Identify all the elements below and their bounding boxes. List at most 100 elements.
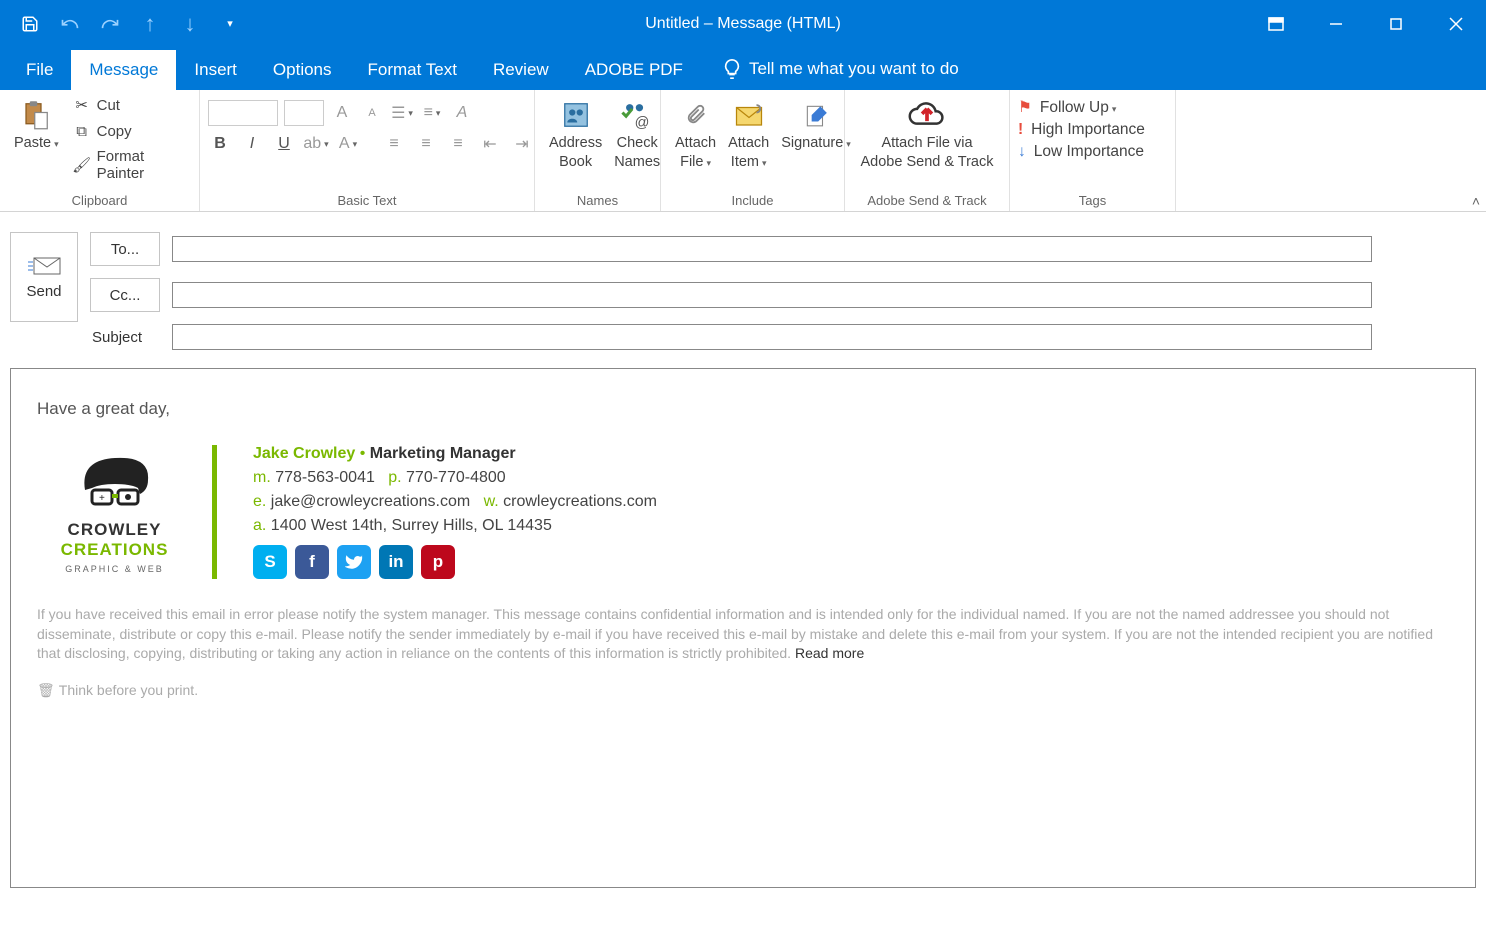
check-names-button[interactable]: @ Check Names [608,94,666,174]
avatar-icon: + [70,450,160,520]
address-book-icon [561,96,591,134]
paste-icon [21,96,51,134]
email-signature: + CROWLEYCREATIONS GRAPHIC & WEB Jake Cr… [37,445,1449,579]
read-more-link[interactable]: Read more [795,645,864,661]
align-left-icon[interactable]: ≡ [382,132,406,156]
svg-text:+: + [99,493,105,504]
email-address: jake@crowleycreations.com [271,493,470,510]
format-painter-button[interactable]: 🖌Format Painter [69,146,191,184]
grow-font-icon[interactable]: A [330,101,354,125]
underline-icon[interactable]: U [272,132,296,156]
send-label: Send [26,283,61,300]
undo-icon[interactable] [52,6,88,42]
check-names-icon: @ [620,96,654,134]
bullets-icon[interactable]: ☰ [390,101,414,125]
svg-text:@: @ [635,115,650,130]
tab-options[interactable]: Options [255,50,350,90]
paste-button[interactable]: Paste [8,94,65,155]
italic-icon[interactable]: I [240,132,264,156]
tab-adobe-pdf[interactable]: ADOBE PDF [567,50,701,90]
cc-input[interactable] [172,282,1372,308]
decrease-indent-icon[interactable]: ⇤ [478,132,502,156]
adobe-attach-button[interactable]: Attach File via Adobe Send & Track [855,94,1000,174]
compose-header: Send To... Cc... Subject [0,212,1486,350]
subject-input[interactable] [172,324,1372,350]
basic-text-group-label: Basic Text [208,190,526,211]
save-icon[interactable] [12,6,48,42]
window-title: Untitled – Message (HTML) [645,15,841,33]
attach-file-button[interactable]: Attach File [669,94,722,174]
think-before-print: 🗑 Think before you print. [37,682,1449,699]
close-button[interactable] [1426,0,1486,47]
high-importance-button[interactable]: !High Importance [1018,121,1145,139]
customize-qat-icon[interactable]: ▾ [212,6,248,42]
bold-icon[interactable]: B [208,132,232,156]
quick-access-toolbar: ↑ ↓ ▾ [0,6,248,42]
titlebar: ↑ ↓ ▾ Untitled – Message (HTML) [0,0,1486,47]
paperclip-icon [685,96,707,134]
send-button[interactable]: Send [10,232,78,322]
font-size-select[interactable] [284,100,324,126]
tags-group-label: Tags [1018,190,1167,211]
tab-format-text[interactable]: Format Text [350,50,475,90]
linkedin-icon[interactable]: in [379,545,413,579]
disclaimer-text: If you have received this email in error… [37,605,1449,664]
low-importance-button[interactable]: ↓Low Importance [1018,143,1145,161]
minimize-button[interactable] [1306,0,1366,47]
ribbon-display-icon[interactable] [1246,0,1306,47]
next-item-icon[interactable]: ↓ [172,6,208,42]
prev-item-icon[interactable]: ↑ [132,6,168,42]
paintbrush-icon: 🖌 [73,156,91,174]
address-book-button[interactable]: Address Book [543,94,608,174]
website: crowleycreations.com [503,493,657,510]
increase-indent-icon[interactable]: ⇥ [510,132,534,156]
tab-insert[interactable]: Insert [176,50,255,90]
tell-me-search[interactable]: Tell me what you want to do [721,58,959,90]
numbering-icon[interactable]: ≡ [420,101,444,125]
maximize-button[interactable] [1366,0,1426,47]
align-right-icon[interactable]: ≡ [446,132,470,156]
subject-label: Subject [90,329,160,346]
copy-icon: ⧉ [73,122,91,140]
office-phone: 770-770-4800 [406,469,506,486]
message-body[interactable]: Have a great day, + CROWLEYCREATIONS GRA… [10,368,1476,888]
include-group-label: Include [669,190,836,211]
names-group-label: Names [543,190,652,211]
adobe-group-label: Adobe Send & Track [853,190,1001,211]
tab-review[interactable]: Review [475,50,567,90]
align-center-icon[interactable]: ≡ [414,132,438,156]
tab-message[interactable]: Message [71,50,176,90]
signature-name: Jake Crowley [253,445,355,462]
trash-icon: 🗑 [37,682,55,699]
signature-logo: + CROWLEYCREATIONS GRAPHIC & WEB [37,445,192,579]
tell-me-label: Tell me what you want to do [749,59,959,79]
highlight-icon[interactable]: ab [304,132,328,156]
shrink-font-icon[interactable]: A [360,101,384,125]
twitter-icon[interactable] [337,545,371,579]
exclaim-icon: ! [1018,121,1023,139]
pinterest-icon[interactable]: p [421,545,455,579]
follow-up-button[interactable]: ⚑Follow Up [1018,98,1145,117]
scissors-icon: ✂ [73,96,91,114]
signature-divider [212,445,217,579]
font-name-select[interactable] [208,100,278,126]
cut-button[interactable]: ✂Cut [69,94,191,116]
font-color-icon[interactable]: A [336,132,360,156]
to-input[interactable] [172,236,1372,262]
to-button[interactable]: To... [90,232,160,266]
window-controls [1246,0,1486,47]
attach-item-button[interactable]: Attach Item [722,94,775,174]
facebook-icon[interactable]: f [295,545,329,579]
signature-title: Marketing Manager [370,445,516,462]
envelope-icon [26,255,62,277]
clear-format-icon[interactable]: A [450,101,474,125]
skype-icon[interactable]: S [253,545,287,579]
greeting-text: Have a great day, [37,399,1449,419]
cc-button[interactable]: Cc... [90,278,160,312]
tab-file[interactable]: File [8,50,71,90]
collapse-ribbon-icon[interactable]: ˄ [1472,193,1480,209]
mobile-phone: 778-563-0041 [275,469,375,486]
redo-icon[interactable] [92,6,128,42]
ribbon-tabs: File Message Insert Options Format Text … [0,47,1486,90]
copy-button[interactable]: ⧉Copy [69,120,191,142]
